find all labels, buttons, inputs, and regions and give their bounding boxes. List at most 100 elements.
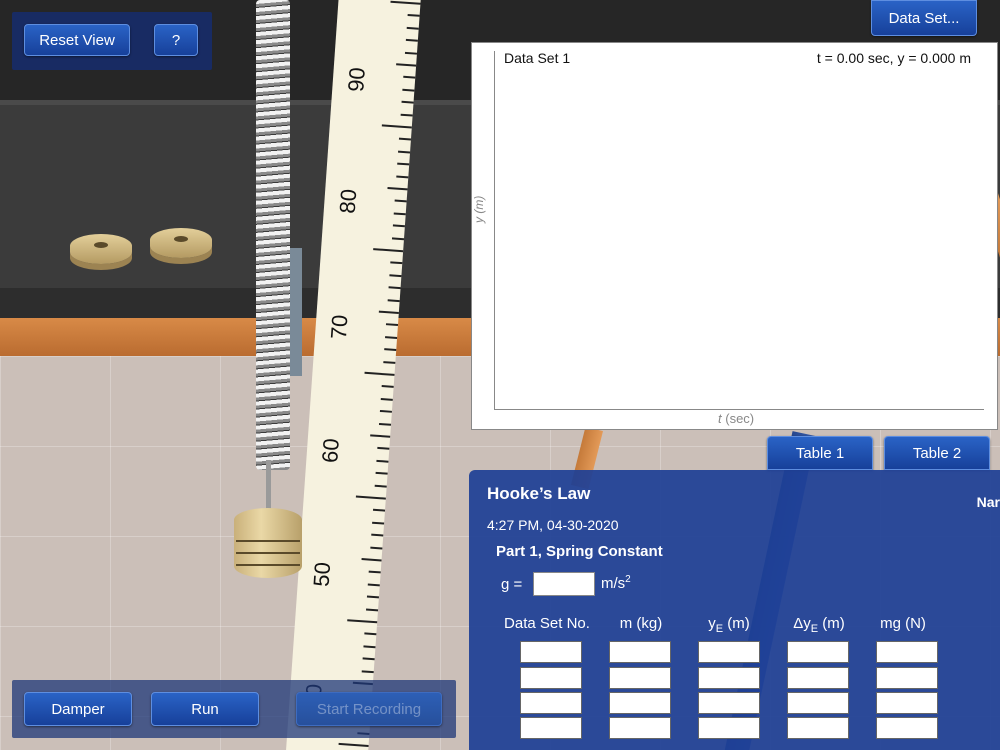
ruler-tick xyxy=(373,248,404,253)
ruler-tick xyxy=(405,39,418,42)
ruler-tick xyxy=(389,274,402,277)
graph-y-axis xyxy=(494,51,495,409)
gravity-label: g = xyxy=(501,576,523,593)
ruler-tick xyxy=(378,422,392,426)
run-button[interactable]: Run xyxy=(151,692,259,726)
help-button[interactable]: ? xyxy=(154,24,198,56)
ruler-tick xyxy=(368,570,381,574)
table-cell-input[interactable] xyxy=(876,641,938,663)
reset-view-button[interactable]: Reset View xyxy=(24,24,130,56)
table-cell-input[interactable] xyxy=(698,667,760,689)
ruler-tick xyxy=(404,51,418,55)
table-cell-input[interactable] xyxy=(787,641,849,663)
ruler-tick xyxy=(379,410,392,413)
table-cell-input[interactable] xyxy=(787,717,849,739)
ruler-tick xyxy=(376,459,389,463)
table-cell-input[interactable] xyxy=(876,692,938,714)
damper-button[interactable]: Damper xyxy=(24,692,132,726)
ye-base: y xyxy=(708,615,716,632)
table-cell-input[interactable] xyxy=(520,641,582,663)
ruler-tick xyxy=(372,509,386,512)
ruler-tick xyxy=(370,546,383,550)
table-cell-input[interactable] xyxy=(876,717,938,739)
ruler-label-60: 60 xyxy=(317,437,344,464)
ruler-tick xyxy=(371,533,384,537)
ye-sub: E xyxy=(715,623,724,635)
ruler-tick xyxy=(380,397,393,401)
ruler-tick xyxy=(383,360,396,364)
ruler-tick xyxy=(361,669,374,673)
ruler-tick xyxy=(370,434,391,438)
table-cell-input[interactable] xyxy=(787,667,849,689)
hanging-mass[interactable] xyxy=(234,508,302,578)
table-cell-input[interactable] xyxy=(876,667,938,689)
gravity-unit-exp: 2 xyxy=(625,574,631,585)
position-time-graph[interactable]: Data Set 1 t = 0.00 sec, y = 0.000 m y (… xyxy=(471,42,998,430)
ruler-tick xyxy=(381,124,412,129)
table-cell-input[interactable] xyxy=(609,692,671,714)
ruler-tick xyxy=(392,224,405,228)
ruler-label-90: 90 xyxy=(343,66,370,93)
ruler-tick xyxy=(385,335,398,339)
ruler-tick xyxy=(387,298,400,302)
graph-title: Data Set 1 xyxy=(504,50,571,66)
ruler-tick xyxy=(387,186,408,191)
ruler-label-80: 80 xyxy=(334,188,362,215)
ruler-tick xyxy=(393,212,406,216)
ruler-tick xyxy=(364,371,395,376)
table-cell-input[interactable] xyxy=(698,641,760,663)
slotted-mass-1[interactable] xyxy=(70,234,132,264)
slotted-mass-2[interactable] xyxy=(150,228,212,258)
ruler-tick xyxy=(403,76,416,80)
ruler-tick xyxy=(361,558,382,562)
ruler-tick xyxy=(385,323,399,327)
ruler-label-50: 50 xyxy=(308,561,336,588)
report-title: Hooke’s Law xyxy=(487,484,591,503)
col-header-ye: yE (m) xyxy=(679,615,779,635)
table-cell-input[interactable] xyxy=(698,717,760,739)
ruler-tick xyxy=(363,645,376,649)
ruler-tick xyxy=(407,14,420,18)
table-cell-input[interactable] xyxy=(609,641,671,663)
ruler-tick xyxy=(397,162,410,166)
ruler-tick xyxy=(401,100,414,104)
table-cell-input[interactable] xyxy=(520,667,582,689)
table-cell-input[interactable] xyxy=(520,692,582,714)
ruler-label-70: 70 xyxy=(325,313,353,341)
dye-sub: E xyxy=(810,623,819,635)
table-cell-input[interactable] xyxy=(787,692,849,714)
spring xyxy=(256,0,290,470)
ruler-tick xyxy=(384,348,397,352)
ruler-tick xyxy=(390,0,421,5)
ruler-tick xyxy=(406,26,419,30)
report-name-label: Nar xyxy=(976,494,1000,510)
ruler-tick xyxy=(367,583,380,587)
col-header-mass: m (kg) xyxy=(619,615,663,632)
tab-table-2[interactable]: Table 2 xyxy=(884,436,990,470)
tab-table-1[interactable]: Table 1 xyxy=(767,436,873,470)
start-recording-button[interactable]: Start Recording xyxy=(296,692,442,726)
ruler-tick xyxy=(347,619,378,624)
ruler-tick xyxy=(364,632,377,636)
gravity-input[interactable] xyxy=(533,572,595,596)
ruler-tick xyxy=(398,150,411,154)
graph-y-label: y (m) xyxy=(472,195,486,223)
ruler-tick xyxy=(400,113,413,117)
table-cell-input[interactable] xyxy=(520,717,582,739)
ruler-tick xyxy=(396,63,417,67)
ruler-tick xyxy=(391,236,405,240)
table-cell-input[interactable] xyxy=(609,667,671,689)
ruler-tick xyxy=(394,199,407,203)
ruler-tick xyxy=(377,447,390,451)
ruler-tick xyxy=(374,484,387,488)
ruler-tick xyxy=(388,286,401,290)
ruler-tick xyxy=(402,88,415,92)
data-set-button[interactable]: Data Set... xyxy=(871,0,977,36)
graph-x-axis xyxy=(494,409,984,410)
table-cell-input[interactable] xyxy=(698,692,760,714)
mass-divider xyxy=(236,552,300,554)
graph-x-label-unit: (sec) xyxy=(721,411,755,426)
ruler-tick xyxy=(375,472,388,475)
table-cell-input[interactable] xyxy=(609,717,671,739)
ruler-tick xyxy=(396,175,409,178)
